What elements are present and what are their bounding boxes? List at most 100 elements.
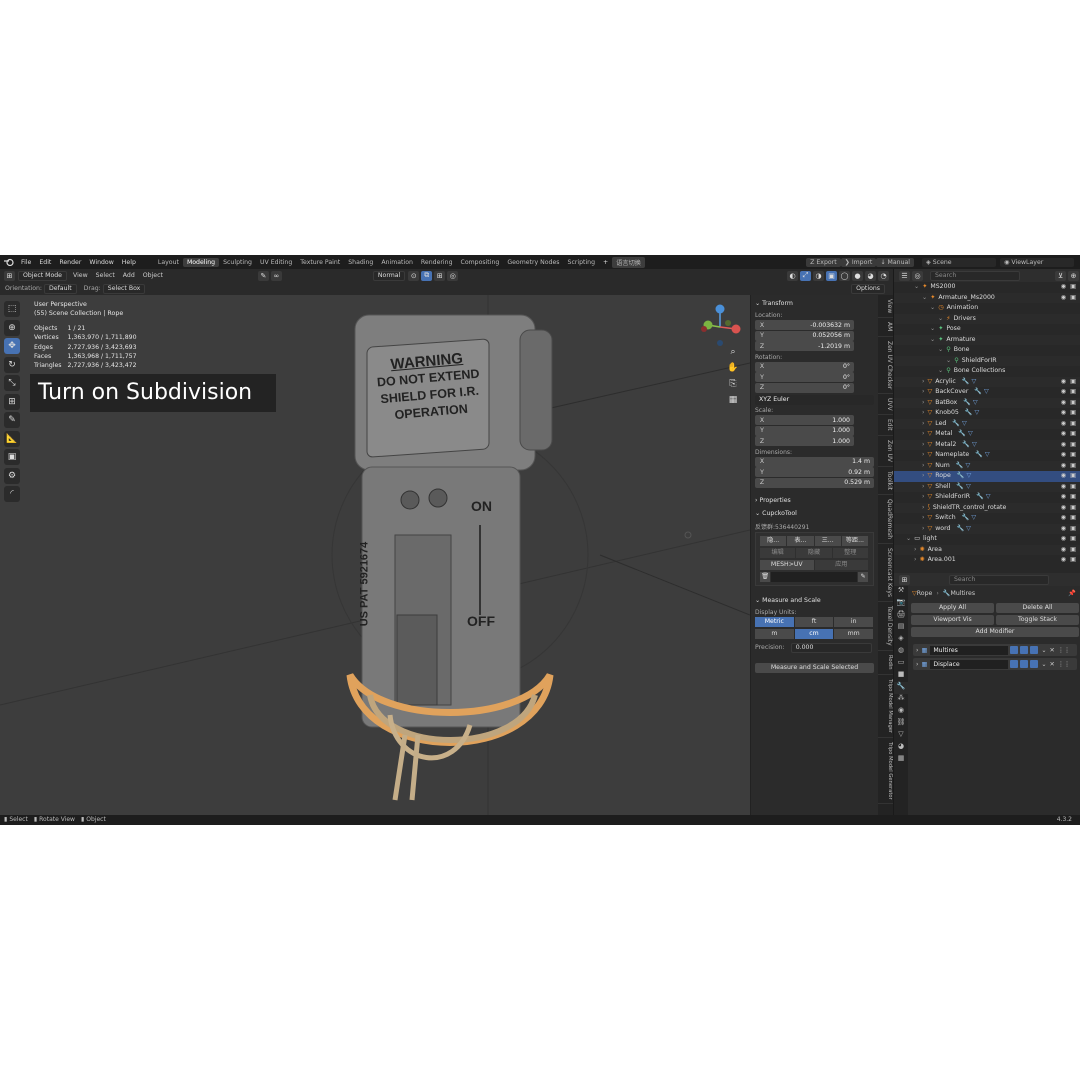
outliner-search-input[interactable]: Search	[930, 270, 1020, 281]
constraints-tab-icon[interactable]: ⛓	[894, 718, 908, 730]
expand-chevron-icon[interactable]: ⌄	[906, 535, 911, 542]
object-tab-icon[interactable]: ■	[894, 670, 908, 682]
outliner-row-batbox[interactable]: › ▽ BatBox 🔧 ▽ ◉ ▣	[894, 397, 1080, 408]
outliner-row-led[interactable]: › ▽ Led 🔧 ▽ ◉ ▣	[894, 418, 1080, 430]
sidebar-tab-edit[interactable]: Edit	[878, 415, 893, 437]
render-camera-icon[interactable]: ▣	[1070, 545, 1076, 556]
scale-z-field[interactable]: Z 1.000	[755, 436, 854, 446]
transform-panel-header[interactable]: ⌄ Transform	[751, 297, 878, 310]
outliner-row-pose[interactable]: ⌄ ✦ Pose	[894, 324, 1080, 335]
object-menu[interactable]: Object	[139, 272, 167, 279]
xray-icon[interactable]: ▣	[826, 270, 837, 281]
render-camera-icon[interactable]: ▣	[1070, 282, 1076, 293]
sidebar-tab-zen-uv[interactable]: Zen UV	[878, 436, 893, 468]
modifier-menu-icon[interactable]: ⌄	[1041, 647, 1046, 654]
sidebar-tab-texel-density[interactable]: Texel Density	[878, 602, 893, 652]
expand-chevron-icon[interactable]: ›	[922, 525, 924, 532]
modifier-tab-icon[interactable]: 🔧	[894, 682, 908, 694]
visibility-eye-icon[interactable]: ◉	[1061, 282, 1066, 293]
tab-shading[interactable]: Shading	[344, 258, 377, 267]
scale-tool-icon[interactable]: ⤡	[4, 375, 20, 391]
texture-tab-icon[interactable]: ▦	[894, 754, 908, 766]
expand-chevron-icon[interactable]: ›	[922, 430, 924, 437]
render-camera-icon[interactable]: ▣	[1070, 471, 1076, 482]
rendered-shading-icon[interactable]: ◔	[878, 270, 889, 281]
object-picker[interactable]	[771, 571, 857, 582]
expand-chevron-icon[interactable]: ⌄	[922, 294, 927, 301]
expand-chevron-icon[interactable]: ›	[922, 378, 924, 385]
cupcko-button-4[interactable]: 等距...	[841, 535, 868, 546]
modifier-name-field[interactable]: Displace	[930, 659, 1009, 669]
tab-geometry-nodes[interactable]: Geometry Nodes	[503, 258, 563, 267]
render-camera-icon[interactable]: ▣	[1070, 429, 1076, 440]
outliner-row-light[interactable]: ⌄ ▭ light ◉ ▣	[894, 534, 1080, 545]
outliner-row-shieldtr-control-rotate[interactable]: › ⟆ ShieldTR_control_rotate ◉ ▣	[894, 502, 1080, 513]
render-camera-icon[interactable]: ▣	[1070, 524, 1076, 535]
cupcko-button-1[interactable]: 隐...	[760, 535, 787, 546]
viewport-toggle-icon[interactable]	[1020, 646, 1029, 654]
outliner-row-shieldforir[interactable]: › ▽ ShieldForIR 🔧 ▽ ◉ ▣	[894, 492, 1080, 503]
properties-panel-header[interactable]: › Properties	[751, 494, 878, 507]
editmode-toggle-icon[interactable]	[1010, 660, 1019, 668]
select-menu[interactable]: Select	[92, 272, 119, 279]
zoom-icon[interactable]: ⌕	[727, 347, 739, 359]
expand-chevron-icon[interactable]: ›	[922, 493, 924, 500]
inch-option[interactable]: in	[834, 616, 874, 627]
measure-panel-header[interactable]: ⌄ Measure and Scale	[751, 594, 878, 607]
curve-tool-icon[interactable]: ◜	[4, 486, 20, 502]
expand-chevron-icon[interactable]: ›	[916, 647, 918, 654]
expand-chevron-icon[interactable]: ⌄	[946, 357, 951, 364]
modifier-name-field[interactable]: Multires	[930, 645, 1009, 655]
render-camera-icon[interactable]: ▣	[1070, 293, 1076, 304]
expand-chevron-icon[interactable]: ⌄	[938, 346, 943, 353]
sidebar-tab-toolkit[interactable]: Toolkit	[878, 467, 893, 496]
outliner-row-num[interactable]: › ▽ Num 🔧 ▽ ◉ ▣	[894, 460, 1080, 471]
visibility-eye-icon[interactable]: ◉	[1061, 471, 1066, 482]
modifier-icon[interactable]: 🔧 ▽	[974, 388, 988, 395]
display-mode-icon[interactable]: ◎	[912, 270, 923, 281]
render-camera-icon[interactable]: ▣	[1070, 387, 1076, 398]
render-tab-icon[interactable]: 📷	[894, 598, 908, 610]
pivot-icon[interactable]: ⊙	[408, 270, 420, 281]
outliner-row-bone[interactable]: ⌄ ⚲ Bone	[894, 345, 1080, 356]
material-tab-icon[interactable]: ◕	[894, 742, 908, 754]
expand-chevron-icon[interactable]: ›	[922, 504, 924, 511]
outliner-row-armature[interactable]: ⌄ ✦ Armature	[894, 334, 1080, 345]
render-camera-icon[interactable]: ▣	[1070, 450, 1076, 461]
outliner-row-shell[interactable]: › ▽ Shell 🔧 ▽ ◉ ▣	[894, 481, 1080, 493]
expand-chevron-icon[interactable]: ›	[916, 661, 918, 668]
expand-chevron-icon[interactable]: ›	[922, 462, 924, 469]
render-camera-icon[interactable]: ▣	[1070, 555, 1076, 566]
apply-all-button[interactable]: Apply All	[911, 603, 994, 613]
location-y-field[interactable]: Y 0.052056 m	[755, 330, 854, 341]
apply-button[interactable]: 应用	[814, 559, 868, 570]
viewport-toggle-icon[interactable]	[1020, 660, 1029, 668]
render-camera-icon[interactable]: ▣	[1070, 419, 1076, 430]
perspective-grid-icon[interactable]: ▦	[727, 395, 739, 407]
visibility-eye-icon[interactable]: ◉	[1061, 440, 1066, 451]
material-shading-icon[interactable]: ◕	[865, 270, 876, 281]
add-workspace-icon[interactable]: +	[599, 259, 612, 266]
scale-x-field[interactable]: X 1.000	[755, 415, 854, 425]
render-camera-icon[interactable]: ▣	[1070, 482, 1076, 493]
render-camera-icon[interactable]: ▣	[1070, 534, 1076, 545]
scene-selector[interactable]: ◈ Scene	[922, 257, 996, 267]
visibility-eye-icon[interactable]: ◉	[1061, 377, 1066, 388]
outliner-row-ms2000[interactable]: ⌄ ✦ MS2000 ◉ ▣	[894, 282, 1080, 293]
modifier-icon[interactable]: 🔧 ▽	[962, 514, 976, 521]
tab-uv-editing[interactable]: UV Editing	[256, 258, 296, 267]
tab-compositing[interactable]: Compositing	[457, 258, 504, 267]
tool-tab-icon[interactable]: ⚒	[894, 586, 908, 598]
expand-chevron-icon[interactable]: ⌄	[930, 325, 935, 332]
blender-logo-icon[interactable]	[4, 258, 14, 266]
modifier-icon[interactable]: 🔧 ▽	[962, 378, 976, 385]
modifier-icon[interactable]: 🔧 ▽	[952, 420, 966, 427]
cupcko-edit-button[interactable]: 编辑	[760, 547, 796, 558]
dimension-x-field[interactable]: X 1.4 m	[755, 456, 874, 467]
sidebar-tab-tripo-model-generator[interactable]: Tripo Model Generator	[878, 738, 893, 805]
modifier-icon[interactable]: 🔧 ▽	[956, 462, 970, 469]
remove-modifier-icon[interactable]: ✕	[1050, 647, 1055, 654]
drag-handle-icon[interactable]: ⋮⋮	[1058, 661, 1070, 668]
outliner-row-drivers[interactable]: ⌄ ⚡ Drivers	[894, 313, 1080, 324]
eyedropper-icon[interactable]: ✎	[257, 270, 269, 281]
